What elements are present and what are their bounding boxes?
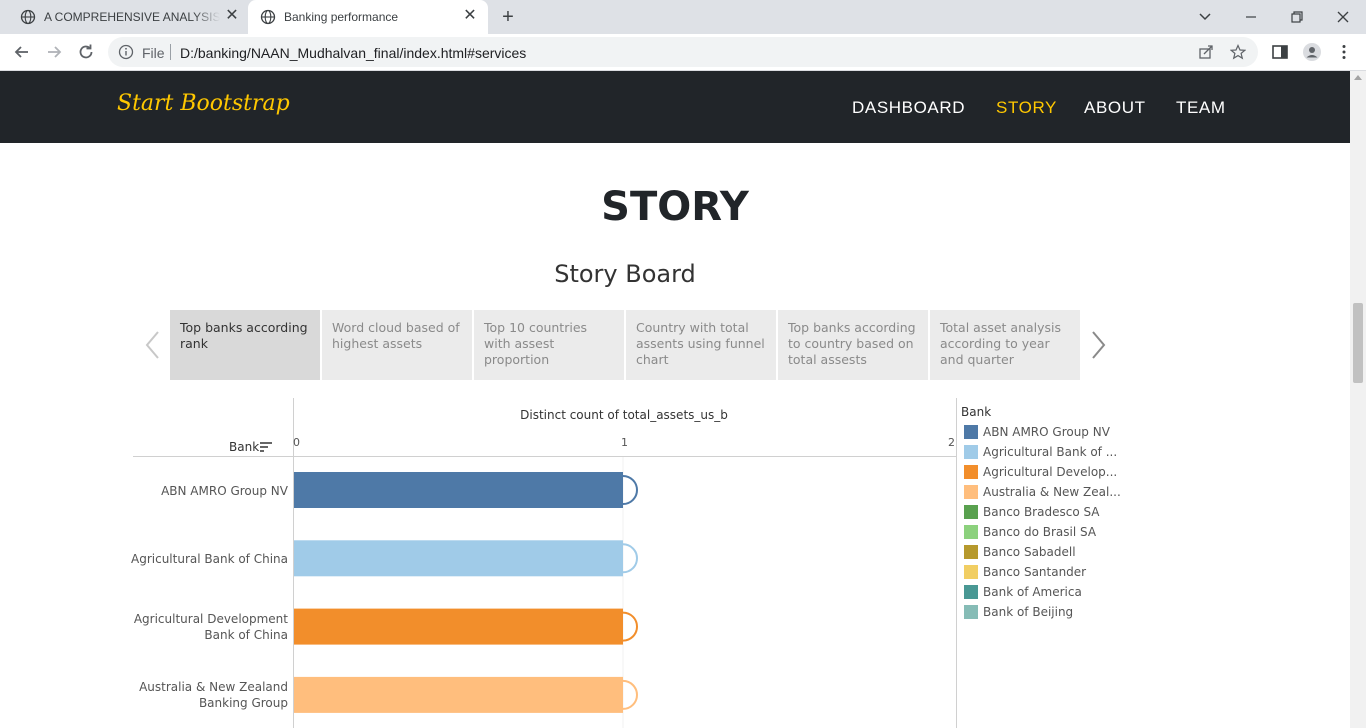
browser-tab-banking[interactable]: Banking performance ✕: [248, 0, 488, 34]
legend-label: Banco Sabadell: [983, 545, 1076, 559]
reload-icon[interactable]: [76, 42, 96, 62]
bar: [294, 608, 623, 645]
legend-item[interactable]: Bank of America: [964, 585, 1124, 599]
legend-item[interactable]: Banco Santander: [964, 565, 1124, 579]
legend-label: Australia & New Zeal...: [983, 485, 1121, 499]
info-icon[interactable]: [118, 44, 134, 60]
legend-swatch: [964, 605, 978, 619]
scroll-up-arrow-icon[interactable]: [1354, 75, 1362, 80]
y-category-label: Australia & New Zealand Banking Group: [139, 680, 288, 710]
legend-label: Bank of Beijing: [983, 605, 1074, 619]
globe-icon: [260, 9, 276, 25]
scheme-label: File: [142, 45, 165, 61]
restore-icon[interactable]: [1286, 6, 1308, 28]
legend-swatch: [964, 525, 978, 539]
y-category-label: Agricultural Development Bank of China: [133, 612, 288, 642]
x-axis-title: Distinct count of total_assets_us_b: [520, 408, 728, 422]
legend-item[interactable]: Banco Sabadell: [964, 545, 1124, 559]
legend-label: Bank of America: [983, 585, 1082, 599]
side-panel-icon[interactable]: [1270, 42, 1290, 62]
legend-item[interactable]: Agricultural Bank of ...: [964, 445, 1124, 459]
bar: [294, 472, 623, 508]
x-tick-label: 2: [948, 436, 955, 449]
address-bar[interactable]: File D:/banking/NAAN_Mudhalvan_final/ind…: [108, 37, 1258, 67]
bookmark-star-icon[interactable]: [1230, 44, 1246, 60]
x-tick-label: 1: [621, 436, 628, 449]
page-scrollbar[interactable]: [1350, 71, 1366, 728]
y-category-label: Agricultural Bank of China: [131, 552, 288, 566]
sort-descending-icon[interactable]: [260, 442, 272, 452]
page-viewport: Start Bootstrap DASHBOARD STORY ABOUT TE…: [0, 71, 1350, 728]
bar-end-marker: [622, 611, 638, 642]
legend-swatch: [964, 465, 978, 479]
legend-item[interactable]: Banco do Brasil SA: [964, 525, 1124, 539]
new-tab-icon[interactable]: +: [498, 7, 518, 27]
nav-link-story[interactable]: STORY: [996, 98, 1057, 118]
browser-toolbar: File D:/banking/NAAN_Mudhalvan_final/ind…: [0, 34, 1366, 71]
forward-arrow-icon[interactable]: [44, 42, 64, 62]
section-title: STORY: [601, 184, 749, 230]
bar-end-marker: [622, 679, 638, 710]
nav-link-dashboard[interactable]: DASHBOARD: [852, 98, 965, 118]
back-arrow-icon[interactable]: [12, 42, 32, 62]
legend-item[interactable]: Australia & New Zeal...: [964, 485, 1124, 499]
share-icon[interactable]: [1198, 44, 1214, 60]
legend-label: Banco Santander: [983, 565, 1087, 579]
close-window-icon[interactable]: [1332, 6, 1354, 28]
legend-title: Bank: [961, 405, 992, 419]
legend-label: ABN AMRO Group NV: [983, 425, 1110, 439]
profile-avatar-icon[interactable]: [1302, 42, 1322, 62]
address-separator: [170, 44, 171, 60]
browser-tab-strip: A COMPREHENSIVE ANALYSIS OF ✕ Banking pe…: [0, 0, 1366, 34]
nav-link-team[interactable]: TEAM: [1176, 98, 1226, 118]
tab-title: A COMPREHENSIVE ANALYSIS OF: [44, 10, 220, 24]
site-navbar: Start Bootstrap DASHBOARD STORY ABOUT TE…: [0, 71, 1350, 143]
legend-swatch: [964, 445, 978, 459]
legend-item[interactable]: Bank of Beijing: [964, 605, 1124, 619]
tableau-storyboard: Story Board Top banks according rank Wor…: [117, 248, 1133, 728]
legend-swatch: [964, 565, 978, 579]
legend-label: Agricultural Develop...: [983, 465, 1118, 479]
legend-swatch: [964, 505, 978, 519]
close-tab-icon[interactable]: ✕: [224, 8, 240, 24]
tab-search-chevron-icon[interactable]: [1194, 6, 1216, 28]
globe-icon: [20, 9, 36, 25]
bar: [294, 540, 623, 577]
minimize-icon[interactable]: [1240, 6, 1262, 28]
legend-swatch: [964, 485, 978, 499]
legend-swatch: [964, 585, 978, 599]
browser-tab-analysis[interactable]: A COMPREHENSIVE ANALYSIS OF ✕: [8, 0, 248, 34]
nav-link-about[interactable]: ABOUT: [1084, 98, 1146, 118]
close-tab-icon[interactable]: ✕: [462, 8, 478, 24]
url-text[interactable]: D:/banking/NAAN_Mudhalvan_final/index.ht…: [180, 45, 526, 61]
y-axis-header[interactable]: Bank: [229, 440, 259, 454]
legend-label: Banco do Brasil SA: [983, 525, 1097, 539]
scroll-thumb[interactable]: [1353, 303, 1363, 383]
legend-swatch: [964, 545, 978, 559]
legend-item[interactable]: Banco Bradesco SA: [964, 505, 1124, 519]
bar-end-marker: [622, 475, 638, 505]
menu-dots-icon[interactable]: [1334, 42, 1354, 62]
legend-label: Banco Bradesco SA: [983, 505, 1100, 519]
bar: [294, 676, 623, 713]
tab-title: Banking performance: [284, 10, 399, 24]
legend-item[interactable]: Agricultural Develop...: [964, 465, 1124, 479]
legend-label: Agricultural Bank of ...: [983, 445, 1118, 459]
bar-end-marker: [622, 543, 638, 574]
x-tick-label: 0: [293, 436, 300, 449]
legend-item[interactable]: ABN AMRO Group NV: [964, 425, 1124, 439]
y-category-label: ABN AMRO Group NV: [161, 484, 288, 498]
legend-swatch: [964, 425, 978, 439]
brand-logo[interactable]: Start Bootstrap: [117, 91, 290, 116]
